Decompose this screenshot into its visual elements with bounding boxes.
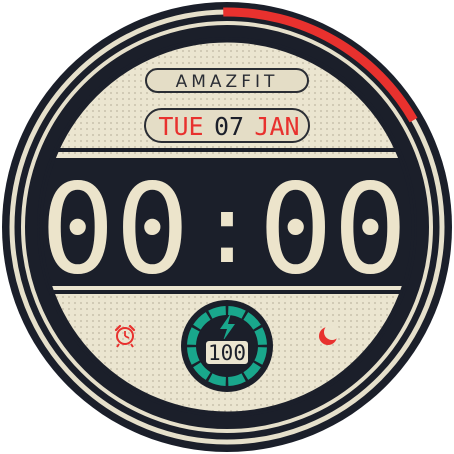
time-separator: :	[198, 173, 256, 285]
watch-face: AMAZFIT TUE 07 JAN 00 : 00 100	[2, 2, 452, 452]
brand-label: AMAZFIT	[176, 72, 279, 92]
date-day: 07	[214, 112, 244, 141]
date-month: JAN	[254, 112, 299, 141]
battery-percent: 100	[208, 341, 246, 365]
time-minutes: 00	[258, 158, 407, 302]
time-hours: 00	[40, 158, 189, 302]
date-weekday: TUE	[158, 112, 203, 141]
battery-gauge[interactable]: 100	[181, 300, 273, 392]
